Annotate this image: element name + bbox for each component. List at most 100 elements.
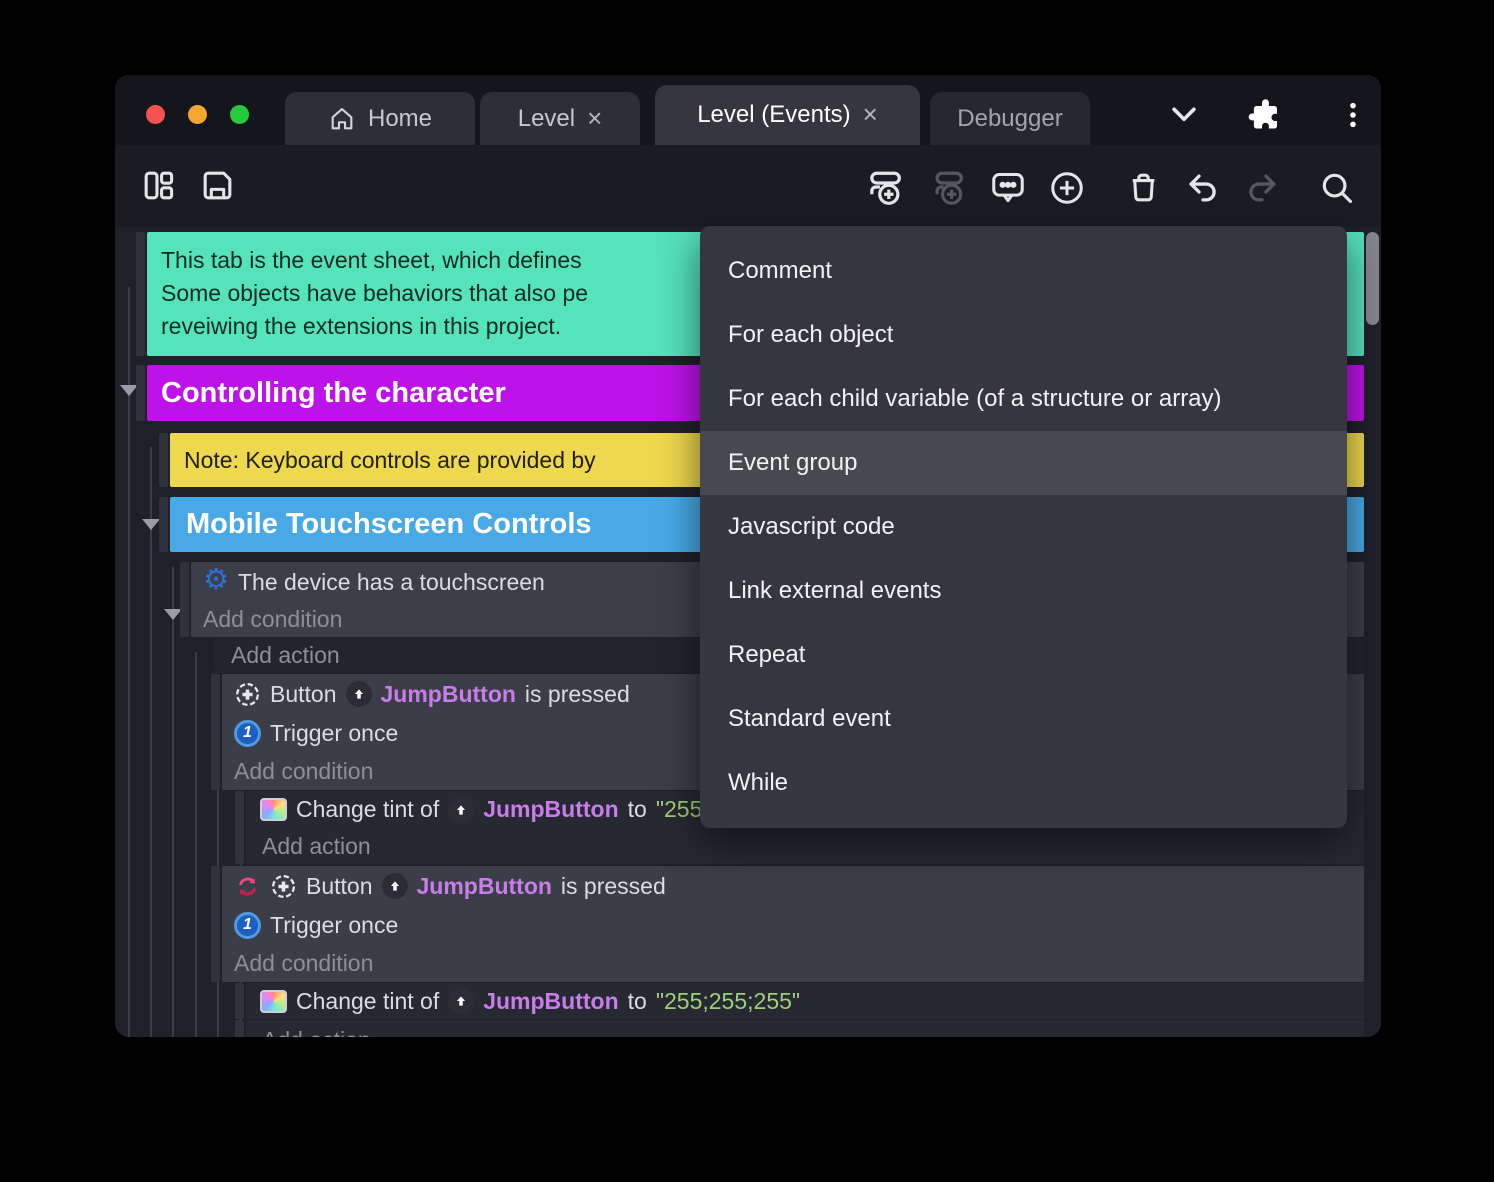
up-arrow-badge-icon [345,681,372,707]
macos-close-button[interactable] [146,105,165,124]
puzzle-icon[interactable] [1247,97,1283,133]
condition-text: The device has a touchscreen [238,568,545,595]
delete-button[interactable] [1125,169,1162,206]
trigger-once-label: Trigger once [270,911,399,938]
action-change-tint-2[interactable]: Change tint of JumpButton to "255;255;25… [235,983,1364,1019]
close-icon[interactable]: × [587,105,602,131]
tab-debugger[interactable]: Debugger [930,92,1090,145]
object-label: Button [306,872,373,899]
condition-suffix: is pressed [560,872,666,899]
menu-item-for-each-child-variable[interactable]: For each child variable (of a structure … [700,367,1347,431]
instance-name: JumpButton [380,680,516,707]
trigger-once-label: Trigger once [270,719,399,746]
dpad-button-icon [236,682,259,706]
group-title: Controlling the character [161,376,506,409]
add-event-context-menu: Comment For each object For each child v… [700,226,1347,828]
event-margin [235,983,244,1019]
add-action-row-clipped[interactable]: Add action [235,1020,1364,1037]
add-comment-button[interactable] [988,169,1028,207]
up-arrow-badge-icon [381,873,408,899]
add-subevent-button[interactable] [929,167,971,207]
event-margin [136,365,145,421]
macos-maximize-button[interactable] [230,105,249,124]
search-button[interactable] [1318,169,1356,207]
group-title: Mobile Touchscreen Controls [186,508,592,540]
undo-icon [1189,174,1216,202]
event-jumpbutton-pressed-2[interactable]: Button JumpButton is pressed 1 Trigger o… [211,866,1364,982]
tab-label: Level [517,104,576,132]
kebab-menu-icon[interactable] [1337,99,1369,131]
menu-item-while[interactable]: While [700,751,1347,815]
object-label: Button [270,680,337,707]
palette-icon [260,989,287,1013]
tab-level[interactable]: Level × [480,92,640,145]
toolbar [115,145,1381,290]
chevron-down-icon[interactable] [1167,101,1201,129]
tab-label: Home [367,104,433,132]
gear-icon: ⚙ [203,564,229,596]
menu-item-repeat[interactable]: Repeat [700,623,1347,687]
instance-name: JumpButton [483,796,619,822]
to-label: to [627,987,647,1014]
add-condition-link[interactable]: Add condition [222,944,1364,982]
event-margin [211,866,220,982]
titlebar: Home Level × Level (Events) × Debugger [115,75,1381,145]
redo-button[interactable] [1243,169,1281,207]
dpad-button-icon [272,874,295,898]
event-margin [211,674,220,790]
layout-icon[interactable] [140,167,177,204]
swap-arrows-icon [239,877,256,895]
add-object-button[interactable] [1048,169,1086,207]
trigger-once-icon: 1 [234,911,261,939]
undo-button[interactable] [1184,169,1222,207]
plus-circle-icon [1051,172,1083,204]
comment-bubble-icon [992,173,1024,203]
event-margin [235,791,244,864]
up-arrow-badge-icon [448,988,475,1014]
note-text: Note: Keyboard controls are provided by [184,446,596,473]
tab-label: Level (Events) [697,101,851,128]
tab-level-events[interactable]: Level (Events) × [655,85,920,145]
palette-icon [260,798,287,821]
gutter-line [195,652,197,1037]
app-window: Home Level × Level (Events) × Debugger T… [115,75,1381,1037]
macos-minimize-button[interactable] [188,105,207,124]
tab-home[interactable]: Home [285,92,475,145]
collapse-toggle-icon[interactable] [142,519,160,530]
tab-label: Debugger [957,104,1063,132]
gutter-line [128,287,130,1037]
gutter-line [172,567,174,1037]
vertical-scrollbar-thumb[interactable] [1366,232,1379,325]
to-label: to [627,796,647,822]
gutter-line [150,447,152,1037]
menu-item-standard-event[interactable]: Standard event [700,687,1347,751]
event-margin [180,562,189,637]
add-event-button[interactable] [867,167,909,207]
save-icon[interactable] [199,167,236,204]
event-margin [159,497,168,552]
trigger-once-icon: 1 [234,719,261,747]
menu-item-for-each-object[interactable]: For each object [700,303,1347,367]
menu-item-event-group[interactable]: Event group [700,431,1347,495]
action-verb: Change tint of [296,987,440,1014]
add-event-icon [870,171,901,205]
search-icon [1322,173,1353,204]
menu-item-javascript-code[interactable]: Javascript code [700,495,1347,559]
action-verb: Change tint of [296,796,440,822]
tint-value: "255;255;255" [655,987,801,1014]
add-subevent-icon [935,171,963,205]
menu-item-comment[interactable]: Comment [700,239,1347,303]
event-margin [136,232,145,356]
event-margin [235,1020,244,1037]
condition-suffix: is pressed [524,680,630,707]
instance-name: JumpButton [416,872,552,899]
menu-item-link-external-events[interactable]: Link external events [700,559,1347,623]
instance-name: JumpButton [483,987,619,1014]
redo-icon [1249,174,1276,202]
trash-icon [1132,173,1155,202]
home-icon [328,105,356,133]
close-icon[interactable]: × [863,101,878,127]
add-action-link[interactable]: Add action [246,828,1364,864]
up-arrow-badge-icon [448,796,475,823]
event-margin [159,433,168,487]
